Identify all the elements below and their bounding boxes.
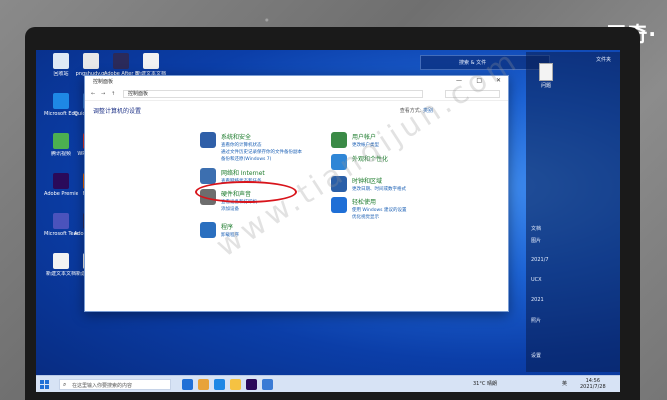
side-panel-text: 图片 bbox=[531, 238, 542, 244]
desktop-icon[interactable]: 新建文本文档 bbox=[44, 253, 78, 277]
ime-indicator[interactable]: 英 bbox=[562, 380, 567, 387]
app-icon bbox=[143, 53, 159, 69]
app-icon bbox=[53, 173, 69, 189]
taskbar-search-box[interactable]: ⌕ 在这里输入你要搜索的内容 bbox=[59, 379, 171, 390]
shield-icon bbox=[200, 132, 216, 148]
desktop-icon[interactable]: Adobe Premiere Pro bbox=[44, 173, 78, 197]
app-icon bbox=[53, 213, 69, 229]
taskbar-app-icon[interactable] bbox=[198, 379, 209, 390]
taskbar-app-icon[interactable] bbox=[230, 379, 241, 390]
desktop-icon[interactable]: Microsoft Edge bbox=[44, 93, 78, 117]
app-icon bbox=[53, 253, 69, 269]
app-icon bbox=[113, 53, 129, 69]
clock[interactable]: 14:56 2021/7/28 bbox=[580, 378, 606, 390]
desktop-icon[interactable]: 回收站 bbox=[44, 53, 78, 77]
ease-of-access-icon bbox=[331, 197, 347, 213]
users-icon bbox=[331, 132, 347, 148]
search-placeholder: 在这里输入你要搜索的内容 bbox=[72, 383, 133, 389]
side-panel-text: UCX bbox=[531, 277, 542, 283]
desktop-icon[interactable]: 腾讯视频 bbox=[44, 133, 78, 157]
desktop-file-right[interactable]: 问题 bbox=[526, 63, 566, 89]
side-panel-text: 照片 bbox=[531, 318, 542, 324]
side-panel-text: 2021 bbox=[531, 297, 544, 303]
desktop-icon[interactable]: pngshudy.gr bbox=[74, 53, 108, 77]
app-icon bbox=[53, 93, 69, 109]
taskbar-app-icon[interactable] bbox=[182, 379, 193, 390]
desktop-icon[interactable]: 新建文本文档 bbox=[134, 53, 168, 77]
app-icon bbox=[53, 53, 69, 69]
side-panel-text: 文档 bbox=[531, 226, 542, 232]
page-title: 调整计算机的设置 bbox=[93, 108, 142, 115]
forward-icon[interactable]: → bbox=[101, 91, 105, 97]
back-icon[interactable]: ← bbox=[91, 91, 95, 97]
window-title: 控制面板 bbox=[93, 79, 114, 85]
side-panel: 文件夹 文档 图片 2021/7 UCX 2021 照片 设置 bbox=[526, 52, 620, 372]
search-icon: ⌕ bbox=[63, 381, 67, 388]
network-icon bbox=[200, 168, 216, 184]
address-path[interactable]: 控制面板 bbox=[123, 90, 423, 98]
taskbar-app-icon[interactable] bbox=[214, 379, 225, 390]
start-button[interactable] bbox=[40, 380, 49, 389]
app-icon bbox=[53, 133, 69, 149]
taskbar-app-icon[interactable] bbox=[246, 379, 257, 390]
side-panel-text: 设置 bbox=[531, 353, 542, 359]
desktop-icon[interactable]: Microsoft Teams bbox=[44, 213, 78, 237]
side-panel-text: 文件夹 bbox=[596, 57, 612, 63]
taskbar-app-icon[interactable] bbox=[262, 379, 273, 390]
up-icon[interactable]: ↑ bbox=[111, 91, 115, 97]
weather-label[interactable]: 31°C 晴朗 bbox=[473, 380, 497, 387]
app-icon bbox=[83, 53, 99, 69]
side-panel-text: 2021/7 bbox=[531, 257, 549, 263]
desktop-icon[interactable]: Adobe After Effects bbox=[104, 53, 138, 77]
document-icon bbox=[539, 63, 553, 81]
taskbar: ⌕ 在这里输入你要搜索的内容 31°C 晴朗 英 14:56 2021/7/28 bbox=[36, 375, 620, 392]
